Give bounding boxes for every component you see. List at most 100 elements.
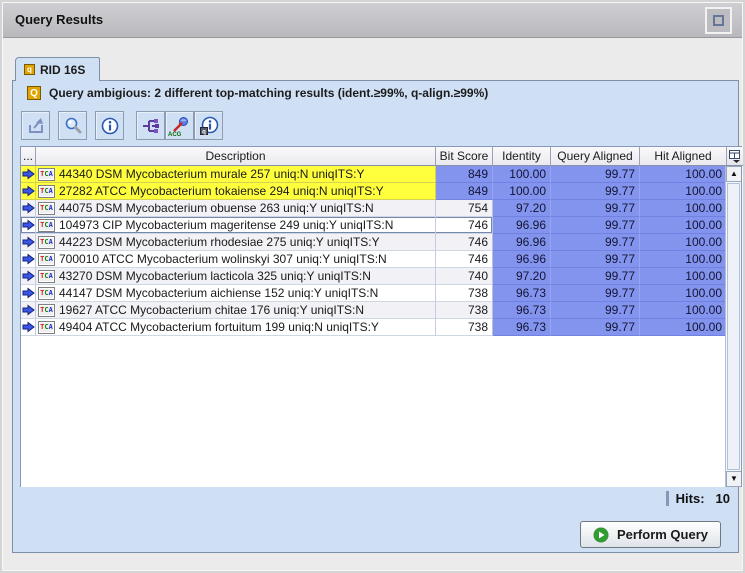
table-row[interactable]: TCA 44340 DSM Mycobacterium murale 257 u…: [21, 166, 727, 183]
tca-sequence-icon: TCA: [38, 287, 55, 300]
row-description: 43270 DSM Mycobacterium lacticola 325 un…: [59, 268, 371, 284]
export-icon: [26, 116, 46, 136]
info-icon: [100, 116, 120, 136]
sequence-letters: ACG: [168, 132, 181, 138]
row-identity: 96.96: [493, 251, 551, 268]
svg-text:q: q: [202, 129, 206, 135]
toolbar: ACG q: [13, 111, 738, 141]
table-row[interactable]: TCA 49404 ATCC Mycobacterium fortuitum 1…: [21, 319, 727, 336]
table-row[interactable]: TCA 43270 DSM Mycobacterium lacticola 32…: [21, 268, 727, 285]
row-bit-score: 754: [436, 200, 493, 217]
sequence-db-button[interactable]: ACG: [165, 111, 194, 140]
row-identity: 97.20: [493, 268, 551, 285]
table-row[interactable]: TCA 104973 CIP Mycobacterium mageritense…: [21, 217, 727, 234]
row-arrow-icon: [21, 183, 36, 200]
table-row[interactable]: TCA 44223 DSM Mycobacterium rhodesiae 27…: [21, 234, 727, 251]
tca-sequence-icon: TCA: [38, 321, 55, 334]
scroll-down-button[interactable]: ▼: [726, 471, 741, 487]
perform-query-button[interactable]: Perform Query: [580, 521, 721, 548]
row-query-aligned: 99.77: [551, 319, 640, 336]
row-hit-aligned: 100.00: [640, 183, 727, 200]
table-row[interactable]: TCA 27282 ATCC Mycobacterium tokaiense 2…: [21, 183, 727, 200]
column-header-bit-score[interactable]: Bit Score: [436, 147, 493, 166]
column-header-description[interactable]: Description: [36, 147, 436, 166]
warning-text: Query ambigious: 2 different top-matchin…: [49, 86, 488, 100]
row-description: 44147 DSM Mycobacterium aichiense 152 un…: [59, 285, 378, 301]
column-chooser-button[interactable]: [727, 147, 743, 166]
query-info-button[interactable]: q: [194, 111, 223, 140]
table-filler: [21, 336, 727, 487]
row-arrow-icon: [21, 268, 36, 285]
tca-sequence-icon: TCA: [38, 270, 55, 283]
row-bit-score: 849: [436, 183, 493, 200]
row-identity: 100.00: [493, 183, 551, 200]
row-description: 27282 ATCC Mycobacterium tokaiense 294 u…: [59, 183, 384, 199]
scrollbar-thumb[interactable]: [727, 183, 740, 470]
window-title: Query Results: [15, 12, 103, 27]
query-badge-icon: Q: [27, 86, 41, 100]
info-button[interactable]: [95, 111, 124, 140]
row-bit-score: 746: [436, 217, 493, 234]
row-query-aligned: 99.77: [551, 183, 640, 200]
hits-separator: [666, 491, 669, 506]
table-row[interactable]: TCA 700010 ATCC Mycobacterium wolinskyi …: [21, 251, 727, 268]
play-icon: [593, 527, 609, 543]
row-description: 44340 DSM Mycobacterium murale 257 uniq:…: [59, 166, 364, 182]
row-bit-score: 849: [436, 166, 493, 183]
table-row[interactable]: TCA 44075 DSM Mycobacterium obuense 263 …: [21, 200, 727, 217]
row-bit-score: 740: [436, 268, 493, 285]
row-hit-aligned: 100.00: [640, 251, 727, 268]
row-query-aligned: 99.77: [551, 234, 640, 251]
perform-query-label: Perform Query: [617, 527, 708, 542]
search-button[interactable]: [58, 111, 87, 140]
row-hit-aligned: 100.00: [640, 166, 727, 183]
row-query-aligned: 99.77: [551, 217, 640, 234]
tree-icon: [141, 116, 161, 136]
column-header-hit-aligned[interactable]: Hit Aligned: [640, 147, 727, 166]
row-bit-score: 738: [436, 285, 493, 302]
row-identity: 96.73: [493, 319, 551, 336]
query-results-window: Query Results q RID 16S Q Query ambigiou…: [0, 0, 745, 573]
hits-status: Hits: 10: [666, 491, 730, 506]
row-query-aligned: 99.77: [551, 200, 640, 217]
row-query-aligned: 99.77: [551, 302, 640, 319]
row-hit-aligned: 100.00: [640, 285, 727, 302]
column-header-identity[interactable]: Identity: [493, 147, 551, 166]
tca-sequence-icon: TCA: [38, 185, 55, 198]
column-header-icons[interactable]: ...: [21, 147, 36, 166]
row-hit-aligned: 100.00: [640, 217, 727, 234]
row-query-aligned: 99.77: [551, 285, 640, 302]
column-chooser-icon: [729, 150, 741, 163]
export-button[interactable]: [21, 111, 50, 140]
row-hit-aligned: 100.00: [640, 302, 727, 319]
row-description: 700010 ATCC Mycobacterium wolinskyi 307 …: [59, 251, 387, 267]
table-row[interactable]: TCA 44147 DSM Mycobacterium aichiense 15…: [21, 285, 727, 302]
table-row[interactable]: TCA 19627 ATCC Mycobacterium chitae 176 …: [21, 302, 727, 319]
row-identity: 96.73: [493, 302, 551, 319]
search-icon: [63, 116, 83, 136]
table-header: ... Description Bit Score Identity Query…: [21, 147, 741, 166]
table-viewport: TCA 44340 DSM Mycobacterium murale 257 u…: [21, 166, 741, 487]
tab-rid-16s[interactable]: q RID 16S: [15, 57, 100, 81]
query-info-icon: q: [199, 116, 219, 136]
row-arrow-icon: [21, 251, 36, 268]
row-arrow-icon: [21, 285, 36, 302]
vertical-scrollbar[interactable]: ▲ ▼: [725, 166, 741, 487]
maximize-button[interactable]: [705, 7, 732, 34]
row-description: 49404 ATCC Mycobacterium fortuitum 199 u…: [59, 319, 379, 335]
tree-button[interactable]: [136, 111, 165, 140]
scroll-up-button[interactable]: ▲: [726, 166, 741, 182]
row-arrow-icon: [21, 217, 36, 234]
row-arrow-icon: [21, 234, 36, 251]
row-hit-aligned: 100.00: [640, 200, 727, 217]
warning-message: Q Query ambigious: 2 different top-match…: [27, 86, 488, 100]
row-hit-aligned: 100.00: [640, 234, 727, 251]
row-identity: 96.96: [493, 234, 551, 251]
hits-label: Hits:: [676, 491, 705, 506]
results-table: ... Description Bit Score Identity Query…: [20, 146, 742, 487]
tca-sequence-icon: TCA: [38, 202, 55, 215]
results-panel: Q Query ambigious: 2 different top-match…: [12, 80, 739, 553]
row-bit-score: 746: [436, 251, 493, 268]
column-header-query-aligned[interactable]: Query Aligned: [551, 147, 640, 166]
row-description: 19627 ATCC Mycobacterium chitae 176 uniq…: [59, 302, 364, 318]
